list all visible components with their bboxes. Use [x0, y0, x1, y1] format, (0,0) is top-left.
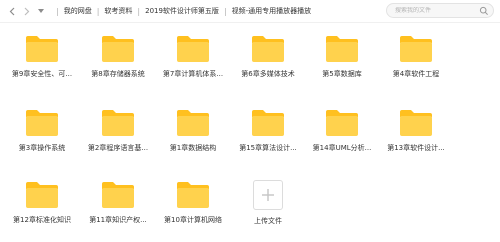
folder-item[interactable]: 第3章操作系统	[7, 109, 77, 169]
upload-box[interactable]	[253, 180, 283, 210]
folder-item[interactable]: 第8章存储器系统	[83, 35, 153, 95]
folder-item[interactable]: 第9章安全性、可...	[7, 35, 77, 95]
folder-icon	[177, 182, 209, 208]
folder-item[interactable]: 第7章计算机体系...	[158, 35, 228, 95]
caret-down-icon	[38, 9, 44, 13]
folder-icon	[102, 36, 134, 62]
folder-icon	[252, 36, 284, 62]
folder-icon	[252, 110, 284, 136]
folder-icon	[326, 36, 358, 62]
search-input[interactable]	[387, 7, 477, 14]
breadcrumb-item-current-folder[interactable]: 视频-通用专用播放器播放	[232, 6, 312, 16]
folder-icon	[102, 182, 134, 208]
toolbar: | 我的网盘 | 软考资料 | 2019软件设计师第五版 | 视频-通用专用播放…	[0, 0, 500, 23]
breadcrumb-separator: |	[96, 6, 100, 16]
back-button[interactable]	[6, 4, 18, 18]
search-box[interactable]	[386, 3, 494, 18]
folder-item[interactable]: 第2章程序语言基...	[83, 109, 153, 169]
history-dropdown-button[interactable]	[35, 4, 47, 18]
folder-item[interactable]: 第11章知识产权...	[83, 181, 153, 241]
folder-label: 第13章软件设计...	[387, 144, 445, 152]
folder-item[interactable]: 第14章UML分析...	[307, 109, 377, 169]
folder-label: 第10章计算机网络	[164, 216, 222, 224]
breadcrumb-item-2019-edition[interactable]: 2019软件设计师第五版	[145, 6, 219, 16]
chevron-right-icon	[24, 7, 30, 15]
folder-item[interactable]: 第10章计算机网络	[158, 181, 228, 241]
search-icon[interactable]	[479, 6, 489, 16]
folder-icon	[177, 36, 209, 62]
folder-icon	[326, 110, 358, 136]
folder-label: 第4章软件工程	[392, 70, 440, 78]
breadcrumb-separator: |	[223, 6, 227, 16]
folder-item[interactable]: 第12章标准化知识	[7, 181, 77, 241]
folder-icon	[400, 36, 432, 62]
breadcrumb-separator: |	[137, 6, 141, 16]
folder-item[interactable]: 第1章数据结构	[158, 109, 228, 169]
folder-label: 第15章算法设计...	[239, 144, 297, 152]
folder-label: 第9章安全性、可...	[11, 70, 73, 78]
breadcrumb-item-exam-materials[interactable]: 软考资料	[104, 6, 132, 16]
folder-label: 第12章标准化知识	[13, 216, 71, 224]
folder-label: 第11章知识产权...	[89, 216, 147, 224]
forward-button[interactable]	[21, 4, 33, 18]
folder-icon	[102, 110, 134, 136]
folder-item[interactable]: 第6章多媒体技术	[233, 35, 303, 95]
plus-icon	[262, 189, 274, 201]
breadcrumb: | 我的网盘 | 软考资料 | 2019软件设计师第五版 | 视频-通用专用播放…	[51, 6, 311, 16]
folder-icon	[26, 182, 58, 208]
folder-item[interactable]: 第5章数据库	[307, 35, 377, 95]
breadcrumb-item-my-drive[interactable]: 我的网盘	[64, 6, 92, 16]
folder-label: 第1章数据结构	[169, 144, 217, 152]
folder-label: 第5章数据库	[322, 70, 362, 78]
upload-file-button[interactable]: 上传文件	[233, 180, 303, 240]
breadcrumb-separator: |	[56, 6, 59, 16]
folder-label: 第6章多媒体技术	[241, 70, 295, 78]
folder-icon	[400, 110, 432, 136]
folder-item[interactable]: 第13章软件设计...	[381, 109, 451, 169]
folder-icon	[26, 36, 58, 62]
folder-label: 第7章计算机体系...	[162, 70, 224, 78]
folder-label: 第2章程序语言基...	[87, 144, 149, 152]
folder-icon	[26, 110, 58, 136]
chevron-left-icon	[9, 7, 15, 15]
folder-item[interactable]: 第15章算法设计...	[233, 109, 303, 169]
folder-item[interactable]: 第4章软件工程	[381, 35, 451, 95]
folder-label: 第8章存储器系统	[91, 70, 145, 78]
upload-label: 上传文件	[254, 217, 282, 225]
folder-label: 第14章UML分析...	[312, 144, 372, 152]
folder-label: 第3章操作系统	[18, 144, 66, 152]
folder-icon	[177, 110, 209, 136]
